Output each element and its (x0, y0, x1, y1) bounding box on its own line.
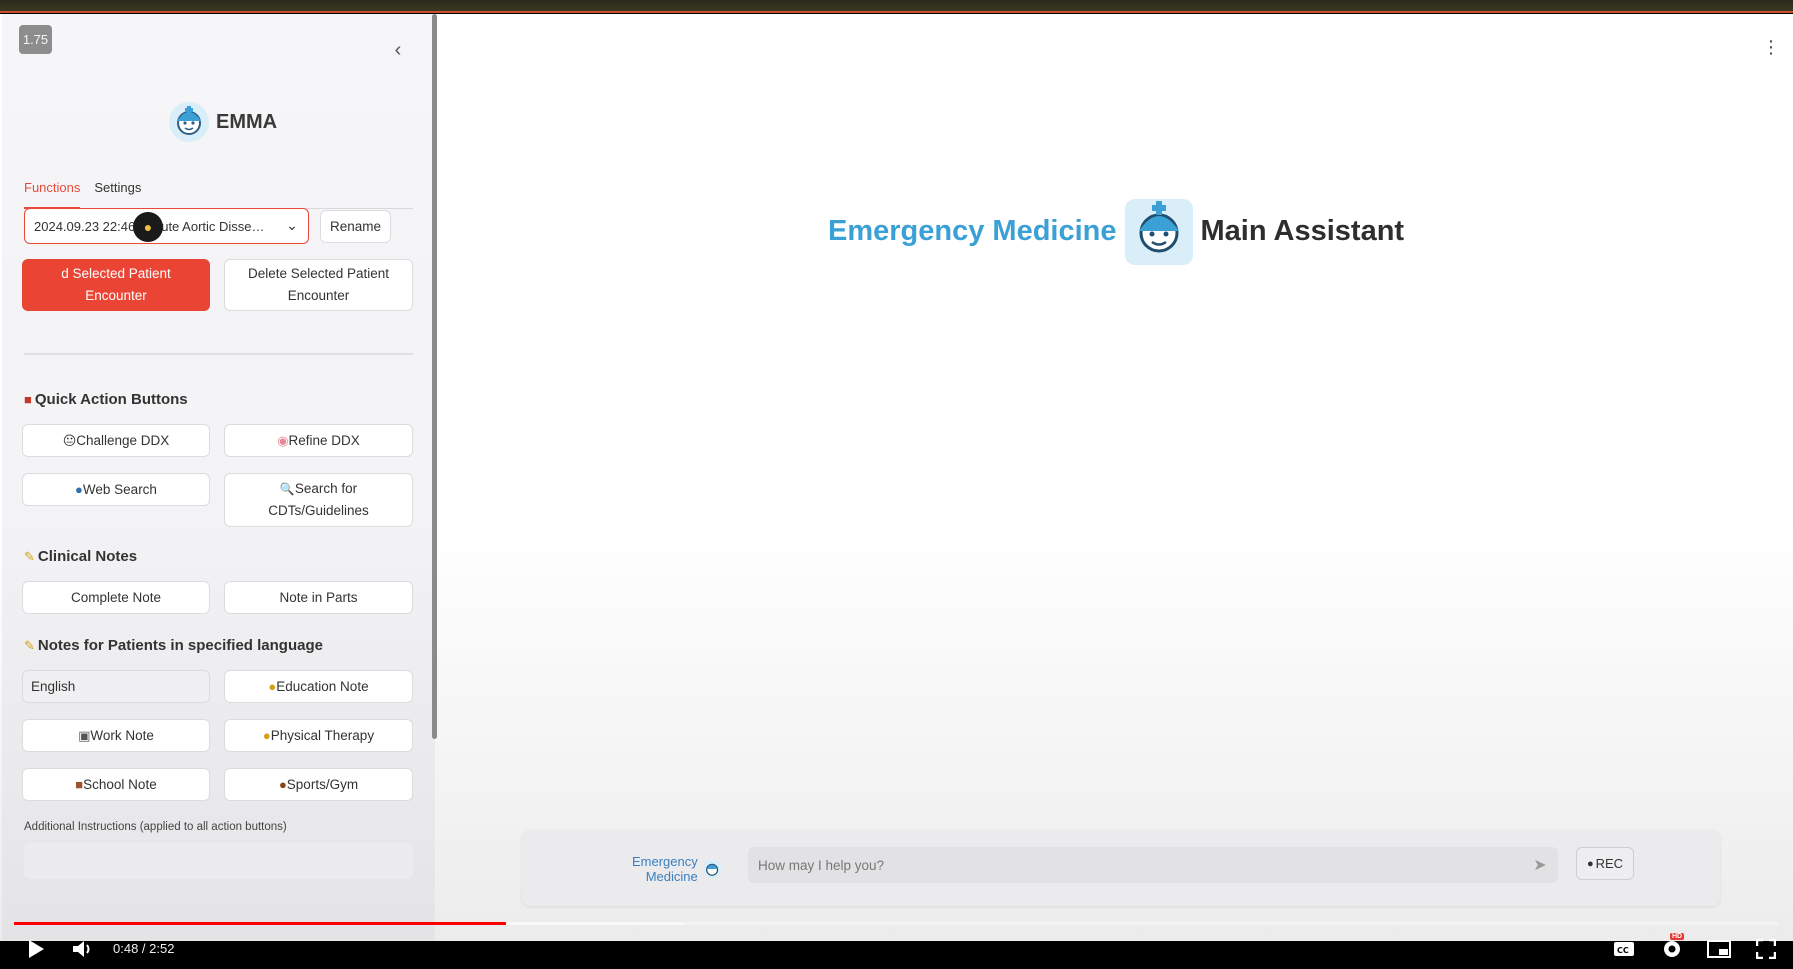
globe-icon: ● (75, 481, 83, 497)
emma-logo-icon (702, 859, 722, 879)
clinical-notes-heading: ✎ Clinical Notes (24, 548, 137, 565)
load-encounter-button[interactable]: d Selected Patient Encounter (22, 259, 210, 311)
hero-title: Emergency Medicine Main Assistant (828, 191, 1404, 271)
physical-therapy-button[interactable]: ● Physical Therapy (224, 719, 413, 752)
video-progress-bar[interactable] (14, 922, 1778, 925)
computer-icon: ▣ (78, 727, 91, 743)
video-frame: 1.75 ‹ EMMA Functions Settings 2024.09.2… (0, 0, 1793, 969)
quick-actions-heading: ■ Quick Action Buttons (24, 391, 188, 408)
magnifier-icon: 🔍 (279, 482, 295, 496)
collapse-sidebar-button[interactable]: ‹ (389, 38, 407, 62)
language-select[interactable]: English (22, 670, 210, 703)
sidebar-tabs: Functions Settings (24, 176, 413, 209)
chat-bar: Emergency Medicine How may I help you? ➤… (522, 830, 1720, 906)
sports-gym-label: Sports/Gym (286, 776, 359, 792)
work-note-label: Work Note (90, 727, 154, 743)
sidebar-divider (24, 353, 413, 355)
sidebar-scrollbar[interactable] (432, 14, 437, 739)
challenge-ddx-label: Challenge DDX (76, 432, 170, 448)
hero-title-left: Emergency Medicine (828, 214, 1117, 247)
refine-ddx-button[interactable]: ◉ Refine DDX (224, 424, 413, 457)
emma-logo-icon (169, 102, 209, 142)
playback-speed-badge: 1.75 (19, 25, 52, 54)
settings-icon[interactable]: HD (1660, 933, 1685, 963)
chat-brand-line1: Emergency (632, 854, 698, 869)
emma-logo-icon (1124, 199, 1193, 265)
mic-icon: ● (1586, 857, 1594, 870)
thinking-face-icon: 😐 (62, 432, 77, 448)
education-note-button[interactable]: ● Education Note (224, 670, 413, 703)
pencil-icon: ✎ (24, 637, 35, 653)
patient-notes-heading: ✎ Notes for Patients in specified langua… (24, 637, 323, 654)
hd-badge: HD (1670, 933, 1685, 940)
toolbox-icon: ■ (24, 392, 32, 407)
encounter-select[interactable]: 2024.09.23 22:46 - Acute Aortic Disse… ⌄… (24, 208, 309, 244)
pencil-icon: ✎ (24, 548, 35, 564)
video-controls: 0:48 / 2:52 CC HD (0, 929, 1793, 969)
web-search-label: Web Search (82, 481, 157, 497)
volume-icon[interactable] (70, 935, 96, 963)
challenge-ddx-button[interactable]: 😐 Challenge DDX (22, 424, 210, 457)
miniplayer-icon[interactable] (1706, 935, 1732, 963)
complete-note-button[interactable]: Complete Note (22, 581, 210, 614)
school-note-button[interactable]: ■ School Note (22, 768, 210, 801)
search-cdt-button[interactable]: 🔍Search for CDTs/Guidelines (224, 473, 413, 527)
app-screen: 1.75 ‹ EMMA Functions Settings 2024.09.2… (0, 14, 1793, 941)
football-icon: ● (278, 776, 287, 792)
kebab-menu-icon[interactable]: ⋮ (1762, 36, 1780, 58)
chevron-down-icon: ⌄ (286, 216, 298, 233)
school-icon: ■ (75, 776, 84, 792)
chat-input[interactable]: How may I help you? ➤ (748, 847, 1558, 883)
sports-gym-button[interactable]: ● Sports/Gym (224, 768, 413, 801)
refine-ddx-label: Refine DDX (288, 432, 360, 448)
svg-text:CC: CC (1617, 946, 1629, 955)
cursor-overlay-icon: ● (133, 212, 163, 242)
school-note-label: School Note (83, 776, 157, 792)
rename-button[interactable]: Rename (320, 210, 391, 243)
chat-placeholder: How may I help you? (758, 857, 885, 873)
additional-instructions-label: Additional Instructions (applied to all … (24, 821, 287, 833)
flexed-arm-icon: ● (262, 727, 271, 743)
video-played-bar (14, 922, 507, 925)
send-icon[interactable]: ➤ (1530, 856, 1550, 874)
patient-notes-heading-text: Notes for Patients in specified language (37, 637, 323, 654)
additional-instructions-input[interactable] (24, 843, 413, 879)
work-note-button[interactable]: ▣ Work Note (22, 719, 210, 752)
load-encounter-label: d Selected Patient Encounter (61, 266, 171, 303)
chat-brand-line2: Medicine (645, 869, 698, 884)
web-search-button[interactable]: ● Web Search (22, 473, 210, 506)
note-in-parts-button[interactable]: Note in Parts (224, 581, 413, 614)
brain-icon: ◉ (277, 432, 289, 448)
rec-button[interactable]: ● REC (1576, 847, 1634, 880)
delete-encounter-button[interactable]: Delete Selected Patient Encounter (224, 259, 413, 311)
quick-actions-heading-text: Quick Action Buttons (34, 391, 188, 408)
browser-top-strip (0, 0, 1793, 13)
rec-label: REC (1595, 856, 1624, 871)
chat-brand: Emergency Medicine (632, 854, 722, 884)
chat-brand-text: Emergency Medicine (632, 854, 698, 884)
tab-settings[interactable]: Settings (94, 176, 141, 209)
sidebar-brand: EMMA (166, 98, 277, 146)
chevron-left-icon: ‹ (394, 38, 402, 61)
physical-therapy-label: Physical Therapy (270, 727, 375, 743)
clinical-notes-heading-text: Clinical Notes (37, 548, 138, 565)
brand-name: EMMA (216, 110, 278, 133)
play-icon[interactable] (24, 935, 48, 963)
sidebar: 1.75 ‹ EMMA Functions Settings 2024.09.2… (2, 14, 435, 941)
tab-functions[interactable]: Functions (24, 176, 81, 209)
education-note-label: Education Note (276, 678, 369, 694)
captions-icon[interactable]: CC (1612, 935, 1636, 963)
search-cdt-label: 🔍Search for CDTs/Guidelines (265, 478, 372, 522)
fullscreen-icon[interactable] (1754, 935, 1778, 963)
person-icon: ● (268, 678, 277, 694)
hero-title-right: Main Assistant (1200, 214, 1405, 247)
video-time: 0:48 / 2:52 (113, 941, 175, 956)
